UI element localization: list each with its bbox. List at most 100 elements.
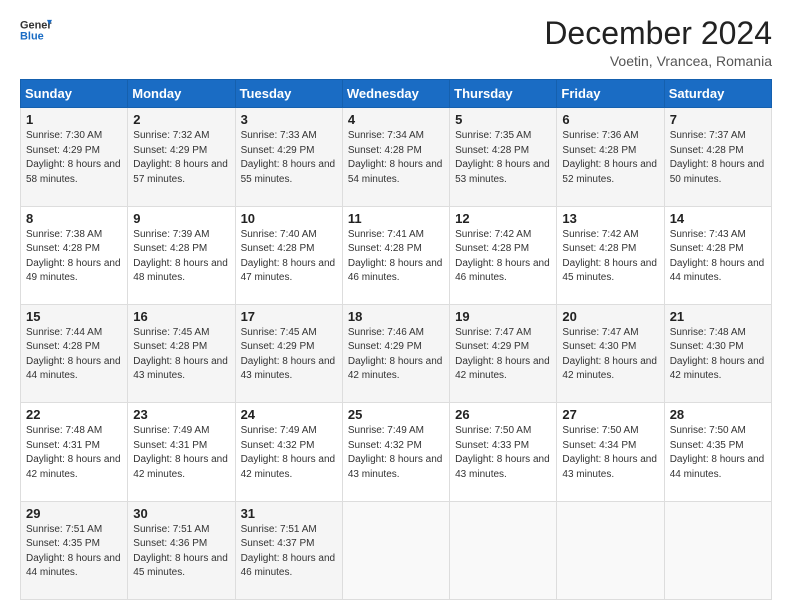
- header: General Blue December 2024 Voetin, Vranc…: [20, 16, 772, 69]
- col-monday: Monday: [128, 80, 235, 108]
- calendar-row-3: 15 Sunrise: 7:44 AMSunset: 4:28 PMDayligh…: [21, 304, 772, 402]
- day-info: Sunrise: 7:48 AMSunset: 4:30 PMDaylight:…: [670, 326, 766, 384]
- table-row: 26 Sunrise: 7:50 AMSunset: 4:33 PMDayligh…: [450, 403, 557, 501]
- day-info: Sunrise: 7:32 AMSunset: 4:29 PMDaylight:…: [133, 129, 229, 187]
- calendar-row-1: 1 Sunrise: 7:30 AMSunset: 4:29 PMDaylight…: [21, 108, 772, 206]
- col-sunday: Sunday: [21, 80, 128, 108]
- day-number: 7: [670, 112, 766, 127]
- page-title: December 2024: [544, 16, 772, 51]
- day-info: Sunrise: 7:43 AMSunset: 4:28 PMDaylight:…: [670, 228, 766, 286]
- day-number: 28: [670, 407, 766, 422]
- table-row: 8 Sunrise: 7:38 AMSunset: 4:28 PMDaylight…: [21, 206, 128, 304]
- day-number: 31: [241, 506, 337, 521]
- day-number: 27: [562, 407, 658, 422]
- calendar-header-row: Sunday Monday Tuesday Wednesday Thursday…: [21, 80, 772, 108]
- table-row: 11Sunrise: 7:41 AMSunset: 4:28 PMDayligh…: [342, 206, 449, 304]
- calendar-row-4: 22Sunrise: 7:48 AMSunset: 4:31 PMDayligh…: [21, 403, 772, 501]
- day-number: 29: [26, 506, 122, 521]
- day-info: Sunrise: 7:49 AMSunset: 4:32 PMDaylight:…: [241, 424, 337, 482]
- day-number: 20: [562, 309, 658, 324]
- day-info: Sunrise: 7:30 AMSunset: 4:29 PMDaylight:…: [26, 129, 122, 187]
- day-info: Sunrise: 7:36 AMSunset: 4:28 PMDaylight:…: [562, 129, 658, 187]
- table-row: 16 Sunrise: 7:45 AMSunset: 4:28 PMDayligh…: [128, 304, 235, 402]
- day-number: 18: [348, 309, 444, 324]
- day-number: 26: [455, 407, 551, 422]
- day-info: Sunrise: 7:44 AMSunset: 4:28 PMDaylight:…: [26, 326, 122, 384]
- table-row: 17 Sunrise: 7:45 AMSunset: 4:29 PMDayligh…: [235, 304, 342, 402]
- table-row: 25 Sunrise: 7:49 AMSunset: 4:32 PMDayligh…: [342, 403, 449, 501]
- table-row: 29 Sunrise: 7:51 AMSunset: 4:35 PMDayligh…: [21, 501, 128, 599]
- day-info: Sunrise: 7:51 AMSunset: 4:36 PMDaylight:…: [133, 523, 229, 581]
- day-number: 25: [348, 407, 444, 422]
- day-info: Sunrise: 7:51 AMSunset: 4:35 PMDaylight:…: [26, 523, 122, 581]
- table-row: 19 Sunrise: 7:47 AMSunset: 4:29 PMDayligh…: [450, 304, 557, 402]
- day-number: 19: [455, 309, 551, 324]
- table-row: 3 Sunrise: 7:33 AMSunset: 4:29 PMDaylight…: [235, 108, 342, 206]
- table-row: 20 Sunrise: 7:47 AMSunset: 4:30 PMDayligh…: [557, 304, 664, 402]
- day-info: Sunrise: 7:47 AMSunset: 4:29 PMDaylight:…: [455, 326, 551, 384]
- day-number: 8: [26, 211, 122, 226]
- table-row: 2 Sunrise: 7:32 AMSunset: 4:29 PMDaylight…: [128, 108, 235, 206]
- day-info: Sunrise: 7:34 AMSunset: 4:28 PMDaylight:…: [348, 129, 444, 187]
- day-number: 15: [26, 309, 122, 324]
- col-thursday: Thursday: [450, 80, 557, 108]
- logo: General Blue: [20, 16, 52, 44]
- col-friday: Friday: [557, 80, 664, 108]
- col-wednesday: Wednesday: [342, 80, 449, 108]
- day-number: 24: [241, 407, 337, 422]
- day-number: 13: [562, 211, 658, 226]
- svg-text:Blue: Blue: [20, 30, 44, 42]
- day-number: 5: [455, 112, 551, 127]
- day-info: Sunrise: 7:33 AMSunset: 4:29 PMDaylight:…: [241, 129, 337, 187]
- table-row: 30 Sunrise: 7:51 AMSunset: 4:36 PMDayligh…: [128, 501, 235, 599]
- table-row: [664, 501, 771, 599]
- day-info: Sunrise: 7:45 AMSunset: 4:28 PMDaylight:…: [133, 326, 229, 384]
- page-subtitle: Voetin, Vrancea, Romania: [544, 53, 772, 69]
- day-info: Sunrise: 7:51 AMSunset: 4:37 PMDaylight:…: [241, 523, 337, 581]
- day-info: Sunrise: 7:42 AMSunset: 4:28 PMDaylight:…: [455, 228, 551, 286]
- table-row: 14Sunrise: 7:43 AMSunset: 4:28 PMDayligh…: [664, 206, 771, 304]
- day-number: 1: [26, 112, 122, 127]
- day-info: Sunrise: 7:49 AMSunset: 4:32 PMDaylight:…: [348, 424, 444, 482]
- day-info: Sunrise: 7:46 AMSunset: 4:29 PMDaylight:…: [348, 326, 444, 384]
- day-info: Sunrise: 7:48 AMSunset: 4:31 PMDaylight:…: [26, 424, 122, 482]
- day-info: Sunrise: 7:45 AMSunset: 4:29 PMDaylight:…: [241, 326, 337, 384]
- table-row: 15 Sunrise: 7:44 AMSunset: 4:28 PMDayligh…: [21, 304, 128, 402]
- table-row: [342, 501, 449, 599]
- day-number: 21: [670, 309, 766, 324]
- table-row: [450, 501, 557, 599]
- table-row: 27Sunrise: 7:50 AMSunset: 4:34 PMDayligh…: [557, 403, 664, 501]
- col-saturday: Saturday: [664, 80, 771, 108]
- day-number: 30: [133, 506, 229, 521]
- table-row: [557, 501, 664, 599]
- table-row: 23Sunrise: 7:49 AMSunset: 4:31 PMDayligh…: [128, 403, 235, 501]
- day-number: 4: [348, 112, 444, 127]
- day-number: 17: [241, 309, 337, 324]
- calendar-row-2: 8 Sunrise: 7:38 AMSunset: 4:28 PMDaylight…: [21, 206, 772, 304]
- day-info: Sunrise: 7:38 AMSunset: 4:28 PMDaylight:…: [26, 228, 122, 286]
- day-number: 9: [133, 211, 229, 226]
- day-number: 12: [455, 211, 551, 226]
- day-info: Sunrise: 7:42 AMSunset: 4:28 PMDaylight:…: [562, 228, 658, 286]
- table-row: 9 Sunrise: 7:39 AMSunset: 4:28 PMDaylight…: [128, 206, 235, 304]
- table-row: 1 Sunrise: 7:30 AMSunset: 4:29 PMDaylight…: [21, 108, 128, 206]
- table-row: 22Sunrise: 7:48 AMSunset: 4:31 PMDayligh…: [21, 403, 128, 501]
- table-row: 10Sunrise: 7:40 AMSunset: 4:28 PMDayligh…: [235, 206, 342, 304]
- col-tuesday: Tuesday: [235, 80, 342, 108]
- day-info: Sunrise: 7:49 AMSunset: 4:31 PMDaylight:…: [133, 424, 229, 482]
- calendar-table: Sunday Monday Tuesday Wednesday Thursday…: [20, 79, 772, 600]
- day-info: Sunrise: 7:40 AMSunset: 4:28 PMDaylight:…: [241, 228, 337, 286]
- table-row: 5 Sunrise: 7:35 AMSunset: 4:28 PMDaylight…: [450, 108, 557, 206]
- day-info: Sunrise: 7:47 AMSunset: 4:30 PMDaylight:…: [562, 326, 658, 384]
- day-info: Sunrise: 7:50 AMSunset: 4:33 PMDaylight:…: [455, 424, 551, 482]
- day-info: Sunrise: 7:39 AMSunset: 4:28 PMDaylight:…: [133, 228, 229, 286]
- table-row: 13 Sunrise: 7:42 AMSunset: 4:28 PMDayligh…: [557, 206, 664, 304]
- day-info: Sunrise: 7:35 AMSunset: 4:28 PMDaylight:…: [455, 129, 551, 187]
- day-info: Sunrise: 7:37 AMSunset: 4:28 PMDaylight:…: [670, 129, 766, 187]
- day-number: 16: [133, 309, 229, 324]
- table-row: 12 Sunrise: 7:42 AMSunset: 4:28 PMDayligh…: [450, 206, 557, 304]
- table-row: 24 Sunrise: 7:49 AMSunset: 4:32 PMDayligh…: [235, 403, 342, 501]
- day-number: 2: [133, 112, 229, 127]
- day-number: 3: [241, 112, 337, 127]
- title-block: December 2024 Voetin, Vrancea, Romania: [544, 16, 772, 69]
